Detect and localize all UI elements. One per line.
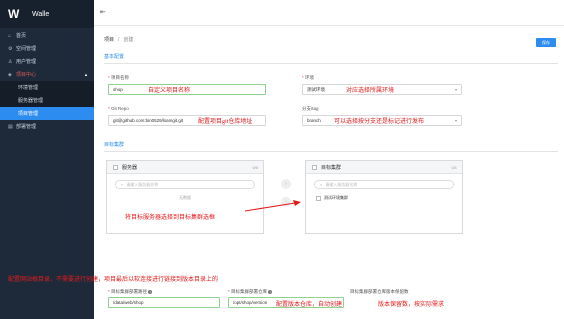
annotation-project-name: 自定义项目名称 [148,88,191,94]
walle-logo-icon: W [8,7,20,21]
chevron-right-icon: › [285,181,287,187]
panel-title: 服务器 [122,164,138,171]
sidebar-item-users[interactable]: ♙ 用户管理 [0,55,94,68]
info-icon: i [268,289,273,294]
env-label: * 环境 [302,75,315,80]
transfer-right-button[interactable]: › [281,179,291,189]
sidebar-item-label: 部署管理 [16,124,37,130]
git-repo-label: * Git Repo [108,106,129,111]
topbar: ⇤ [94,0,564,26]
sidebar: W Walle ⌂ 首页 ⚙ 空间管理 ♙ 用户管理 ◈ 项目中心 ▲ 环境管理… [0,0,94,319]
target-search-input[interactable]: ⌕ 请输入服务器名称 [314,180,454,189]
annotation-keep: 版本保留数，按实际需求 [378,302,445,308]
sidebar-item-home[interactable]: ⌂ 首页 [0,29,94,42]
panel-title: 目标集群 [321,164,342,171]
git-repo-value: git@github.com:bin0529/lsamgit.git [113,118,184,123]
menu-collapse-icon[interactable]: ⇤ [100,8,106,16]
branch-select-value: branch [307,118,321,123]
source-server-panel: 服务器 0/0 ⌕ 请输入服务器名称 无数据 [106,160,264,234]
keep-versions-label: 目标集群部署仓库版本保留数 [350,289,409,294]
sidebar-item-label: 项目中心 [16,72,37,78]
panel-header: 目标集群 0/1 [306,161,462,174]
sidebar-item-project-mgmt[interactable]: 项目管理 [0,107,94,120]
panel-header: 服务器 0/0 [107,161,263,174]
sidebar-item-label: 用户管理 [16,59,37,65]
search-icon: ⌕ [121,182,124,187]
sidebar-item-env[interactable]: 环境管理 [0,81,94,94]
save-button[interactable]: 保存 [536,38,556,47]
sidebar-item-servers[interactable]: 服务器管理 [0,94,94,107]
annotation-arrow [244,200,301,212]
branch-label: 分支/tag [302,106,319,111]
sidebar-item-label: 首页 [16,33,27,39]
chevron-down-icon: ▾ [454,118,457,123]
sidebar-item-label: 项目管理 [18,111,39,117]
source-search-input[interactable]: ⌕ 请输入服务器名称 [115,180,255,189]
sidebar-item-label: 空间管理 [16,46,37,52]
list-item[interactable]: 测试环境集群 [306,195,462,201]
env-select-value: 测试环境 [307,86,325,92]
sidebar-subnav: 环境管理 服务器管理 项目管理 [0,81,94,120]
app-name: Walle [32,10,50,18]
breadcrumb-parent[interactable]: 项目 [104,37,114,43]
project-name-label: * 项目名称 [108,75,130,80]
webroot-label: * 目标集群部署路径 i [108,289,153,294]
logo: W Walle [0,0,94,28]
annotation-webroot: 配置网站根目录，不需要进行创建，项目最后以软连接进行链接到版本目录上的 [8,277,219,283]
layers-icon: ◈ [8,71,12,78]
info-icon: i [148,289,153,294]
panel-count: 0/0 [252,164,258,170]
user-icon: ♙ [8,58,13,65]
main-content: 项目 / 创建 保存 基本配置 [104,34,558,64]
item-checkbox[interactable] [316,195,321,201]
chevron-up-icon: ▲ [84,72,88,77]
sidebar-item-label: 环境管理 [18,85,39,91]
breadcrumb: 项目 / 创建 [104,37,134,43]
sidebar-item-projects[interactable]: ◈ 项目中心 ▲ [0,68,94,81]
repo-path-label: * 目标集群部署仓库 i [228,289,273,294]
sidebar-item-label: 服务器管理 [18,98,44,104]
select-all-checkbox[interactable] [312,164,317,170]
section-basic-title: 基本配置 [104,53,558,64]
sidebar-item-space[interactable]: ⚙ 空间管理 [0,42,94,55]
gear-icon: ⚙ [8,45,13,52]
search-icon: ⌕ [320,182,323,187]
panel-count: 0/1 [451,164,457,170]
annotation-repo: 配置版本仓库，自动创建 [276,302,343,308]
chevron-down-icon: ▾ [454,87,457,92]
target-cluster-panel: 目标集群 0/1 ⌕ 请输入服务器名称 测试环境集群 [305,160,463,234]
breadcrumb-current: 创建 [123,37,134,43]
sidebar-item-deploy[interactable]: ▤ 部署管理 [0,120,94,133]
annotation-transfer: 将目标服务器选择到目标集群选框 [125,215,216,221]
home-icon: ⌂ [8,32,12,39]
empty-text: 无数据 [179,195,191,200]
annotation-git: 配置项目git仓库地址 [198,119,253,125]
deploy-icon: ▤ [8,123,13,130]
annotation-env: 对应选择所属环境 [346,88,395,94]
section-targets-title: 目标集群 [104,141,558,152]
webroot-input[interactable]: /data/web/shop [108,297,220,308]
annotation-branch: 可以选择按分支还是标记进行发布 [334,119,425,125]
select-all-checkbox[interactable] [113,164,118,170]
